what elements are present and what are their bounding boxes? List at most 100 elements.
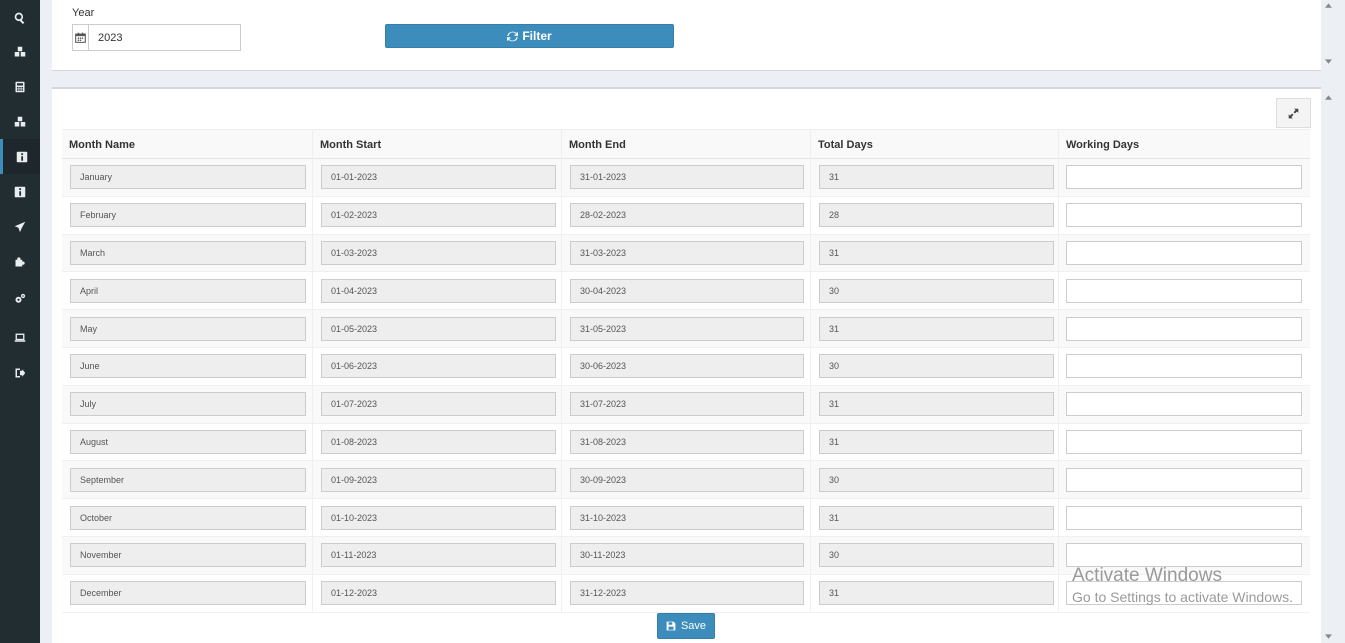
table-cell: June	[62, 347, 313, 385]
month-name-field: June	[70, 354, 306, 379]
main-panel-scroll-down[interactable]	[1324, 633, 1333, 640]
month-name-field: April	[70, 278, 306, 303]
sidebar	[0, 0, 40, 643]
working-days-input[interactable]	[1066, 354, 1302, 379]
working-days-input[interactable]	[1066, 467, 1302, 492]
month-name-field: October	[70, 505, 306, 530]
total-days-field: 30	[819, 354, 1054, 379]
working-days-input[interactable]	[1066, 165, 1302, 190]
month-start-field: 01-07-2023	[321, 392, 556, 417]
table-row: June 01-06-2023 30-06-2023 30	[62, 347, 1310, 386]
top-panel-scroll-down[interactable]	[1324, 58, 1333, 65]
month-start-field: 01-03-2023	[321, 240, 556, 265]
table-cell: 01-03-2023	[313, 234, 562, 272]
refresh-icon	[507, 31, 519, 41]
total-days-field: 31	[819, 581, 1054, 606]
calendar-addon[interactable]	[73, 25, 89, 50]
table-cell: July	[62, 385, 313, 423]
total-days-field: 31	[819, 240, 1054, 265]
table-cell: 31-12-2023	[562, 574, 811, 612]
table-cell: August	[62, 423, 313, 461]
table-cell: March	[62, 234, 313, 272]
working-days-input[interactable]	[1066, 278, 1302, 303]
table-cell: November	[62, 536, 313, 574]
month-end-field: 31-03-2023	[570, 240, 804, 265]
table-cell: May	[62, 310, 313, 347]
table-cell: 01-07-2023	[313, 385, 562, 423]
table-cell: 31-05-2023	[562, 310, 811, 347]
table-cell: 30-11-2023	[562, 536, 811, 574]
main-panel-scroll-up[interactable]	[1324, 94, 1333, 101]
filter-panel: Year Filter	[52, 0, 1321, 71]
table-cell: January	[62, 159, 313, 196]
table-cell: 31-03-2023	[562, 234, 811, 272]
working-days-input[interactable]	[1066, 203, 1302, 228]
sidebar-item-sign-out[interactable]	[0, 355, 40, 390]
search-icon	[14, 12, 25, 24]
year-input[interactable]	[89, 25, 240, 50]
working-days-input[interactable]	[1066, 543, 1302, 568]
total-days-field: 31	[819, 165, 1054, 190]
table-body: January 01-01-2023 31-01-2023 31 February 01-…	[62, 159, 1310, 613]
working-days-input[interactable]	[1066, 581, 1302, 606]
save-button[interactable]: Save	[657, 613, 715, 639]
header-month-end: Month End	[562, 130, 811, 160]
sidebar-item-cubes[interactable]	[0, 34, 40, 69]
expand-button[interactable]	[1276, 98, 1311, 128]
working-days-input[interactable]	[1066, 316, 1302, 341]
save-button-label: Save	[680, 620, 707, 632]
table-cell: 01-04-2023	[313, 272, 562, 310]
sign-out-icon	[15, 368, 26, 377]
month-start-field: 01-11-2023	[321, 543, 556, 568]
month-start-field: 01-08-2023	[321, 429, 556, 454]
table-cell: 28-02-2023	[562, 196, 811, 234]
filter-button[interactable]: Filter	[385, 24, 674, 48]
sidebar-item-laptop[interactable]	[0, 320, 40, 355]
sidebar-item-search[interactable]	[0, 0, 40, 35]
sidebar-item-info-active[interactable]	[0, 139, 40, 174]
expand-icon	[1288, 108, 1299, 118]
month-start-field: 01-01-2023	[321, 165, 556, 190]
sidebar-item-cubes-2[interactable]	[0, 104, 40, 139]
months-table: Month Name Month Start Month End Total D…	[62, 129, 1310, 613]
table-row: October 01-10-2023 31-10-2023 31	[62, 499, 1310, 537]
table-cell: 31-10-2023	[562, 499, 811, 536]
puzzle-icon	[15, 256, 25, 266]
table-cell: 31	[811, 423, 1059, 461]
sidebar-item-plane[interactable]	[0, 209, 40, 244]
sidebar-item-calculator[interactable]	[0, 69, 40, 104]
month-name-field: November	[70, 543, 306, 568]
table-cell: September	[62, 461, 313, 499]
working-days-input[interactable]	[1066, 505, 1302, 530]
year-picker[interactable]	[72, 24, 241, 51]
total-days-field: 31	[819, 392, 1054, 417]
table-cell: 01-10-2023	[313, 499, 562, 536]
table-cell: 30-04-2023	[562, 272, 811, 310]
plane-icon	[14, 221, 26, 232]
month-name-field: September	[70, 467, 306, 492]
sidebar-item-gears[interactable]	[0, 281, 40, 316]
laptop-icon	[14, 333, 26, 342]
top-panel-scroll-up[interactable]	[1324, 2, 1333, 9]
total-days-field: 31	[819, 429, 1054, 454]
table-cell	[1059, 537, 1310, 574]
chevron-up-icon	[1325, 3, 1332, 8]
month-name-field: January	[70, 165, 306, 190]
month-end-field: 31-10-2023	[570, 505, 804, 530]
month-name-field: February	[70, 203, 306, 228]
working-days-input[interactable]	[1066, 240, 1302, 265]
month-name-field: July	[70, 392, 306, 417]
table-cell: 01-02-2023	[313, 196, 562, 234]
sidebar-item-info[interactable]	[0, 174, 40, 209]
sidebar-item-puzzle[interactable]	[0, 244, 40, 279]
table-cell	[1059, 272, 1310, 309]
month-end-field: 31-07-2023	[570, 392, 804, 417]
working-days-input[interactable]	[1066, 392, 1302, 417]
cubes-icon	[14, 116, 26, 126]
month-end-field: 30-06-2023	[570, 354, 804, 379]
table-cell	[1059, 461, 1310, 498]
working-days-input[interactable]	[1066, 429, 1302, 454]
total-days-field: 30	[819, 278, 1054, 303]
calendar-icon	[75, 32, 86, 43]
table-row: November 01-11-2023 30-11-2023 30	[62, 536, 1310, 575]
